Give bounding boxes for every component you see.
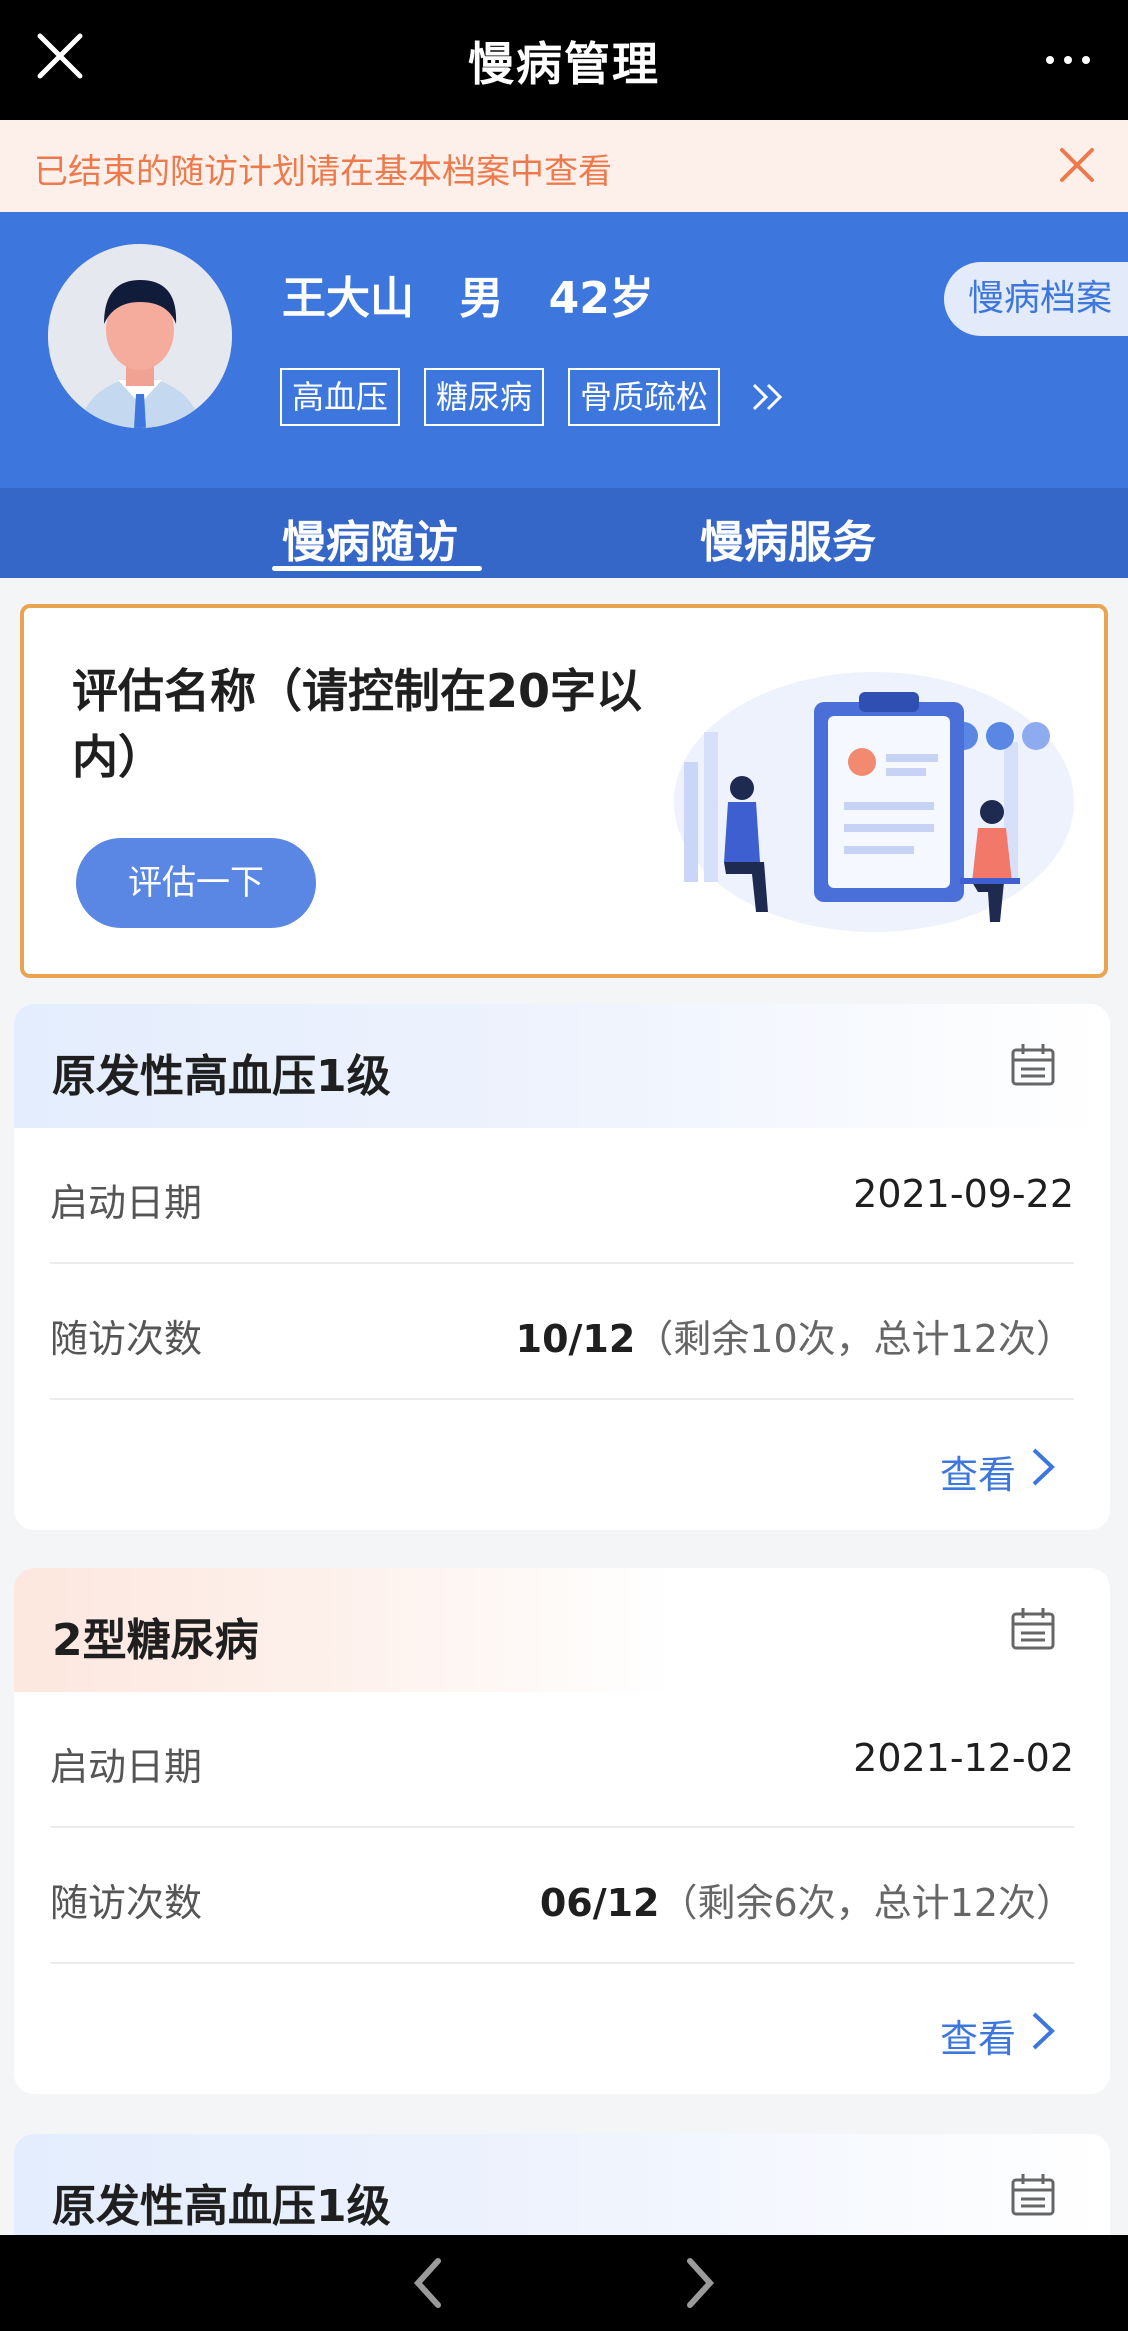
double-chevron-right-icon[interactable]: [748, 377, 788, 417]
disease-tags: 高血压 糖尿病 骨质疏松: [280, 368, 788, 426]
tab-chronic-service[interactable]: 慢病服务: [700, 506, 876, 570]
calendar-icon[interactable]: [1008, 2170, 1058, 2220]
view-label[interactable]: 查看: [940, 1444, 1016, 1499]
avatar: [48, 244, 232, 428]
followup-count-detail: （剩余10次，总计12次）: [635, 1317, 1074, 1361]
start-date-row: 启动日期 2021-09-22: [50, 1128, 1074, 1264]
patient-name: 王大山: [282, 273, 414, 324]
card-header: 原发性高血压1级: [14, 1004, 1110, 1128]
card-title: 原发性高血压1级: [52, 1051, 391, 1102]
active-tab-indicator: [272, 566, 482, 571]
followup-count-number: 10/12: [515, 1317, 636, 1361]
start-date-row: 启动日期 2021-12-02: [50, 1692, 1074, 1828]
patient-age: 42岁: [548, 273, 654, 324]
chevron-right-icon[interactable]: [1028, 2010, 1058, 2052]
followup-count-value: 10/12（剩余10次，总计12次）: [516, 1308, 1074, 1363]
followup-count-detail: （剩余6次，总计12次）: [659, 1881, 1074, 1925]
tab-chronic-followup[interactable]: 慢病随访: [282, 506, 458, 570]
disease-tag: 骨质疏松: [568, 368, 721, 426]
card-title: 2型糖尿病: [52, 1615, 259, 1666]
followup-count-row: 随访次数 10/12（剩余10次，总计12次）: [50, 1264, 1074, 1400]
followup-count-value: 06/12（剩余6次，总计12次）: [540, 1872, 1074, 1927]
forward-arrow-icon[interactable]: [680, 2255, 720, 2311]
followup-card: 2型糖尿病 启动日期 2021-12-02 随访次数 06/12（剩余6次，总计…: [14, 1568, 1110, 2094]
notice-bar: 已结束的随访计划请在基本档案中查看: [0, 120, 1128, 212]
chronic-archive-button[interactable]: 慢病档案: [943, 262, 1128, 336]
view-link[interactable]: 查看: [14, 1964, 1110, 2094]
card-header: 2型糖尿病: [14, 1568, 1110, 1692]
disease-tag: 糖尿病: [424, 368, 545, 426]
card-title: 原发性高血压1级: [52, 2181, 391, 2232]
followup-count-label: 随访次数: [50, 1881, 203, 1925]
assess-button[interactable]: 评估一下: [76, 838, 316, 928]
patient-gender: 男: [459, 273, 504, 324]
assessment-title: 评估名称（请控制在20字以内）: [72, 664, 643, 784]
view-label[interactable]: 查看: [940, 2008, 1016, 2063]
patient-info: 王大山 男 42岁: [282, 262, 684, 326]
disease-tag: 高血压: [280, 368, 401, 426]
calendar-icon[interactable]: [1008, 1040, 1058, 1090]
app-header: 慢病管理: [0, 0, 1128, 120]
chevron-right-icon[interactable]: [1028, 1446, 1058, 1488]
followup-count-row: 随访次数 06/12（剩余6次，总计12次）: [50, 1828, 1074, 1964]
page-title: 慢病管理: [468, 37, 660, 91]
more-icon[interactable]: [1038, 30, 1098, 90]
tab-bar: 慢病随访 慢病服务: [0, 488, 1128, 578]
view-link[interactable]: 查看: [14, 1400, 1110, 1530]
start-date-value: 2021-09-22: [853, 1172, 1074, 1216]
followup-count-number: 06/12: [539, 1881, 660, 1925]
followup-card: 原发性高血压1级 启动日期 2021-09-22 随访次数 10/12（剩余10…: [14, 1004, 1110, 1530]
back-arrow-icon[interactable]: [408, 2255, 448, 2311]
start-date-value: 2021-12-02: [853, 1736, 1074, 1780]
patient-profile: 王大山 男 42岁 高血压 糖尿病 骨质疏松 慢病档案: [0, 212, 1128, 488]
notice-close-icon[interactable]: [1052, 140, 1102, 190]
assessment-card: 评估名称（请控制在20字以内） 评估一下: [20, 604, 1108, 978]
notice-text: 已结束的随访计划请在基本档案中查看: [34, 152, 612, 192]
followup-count-label: 随访次数: [50, 1317, 203, 1361]
start-date-label: 启动日期: [50, 1181, 203, 1225]
start-date-label: 启动日期: [50, 1745, 203, 1789]
assessment-illustration: [674, 672, 1074, 932]
calendar-icon[interactable]: [1008, 1604, 1058, 1654]
bottom-nav-bar: [0, 2235, 1128, 2331]
